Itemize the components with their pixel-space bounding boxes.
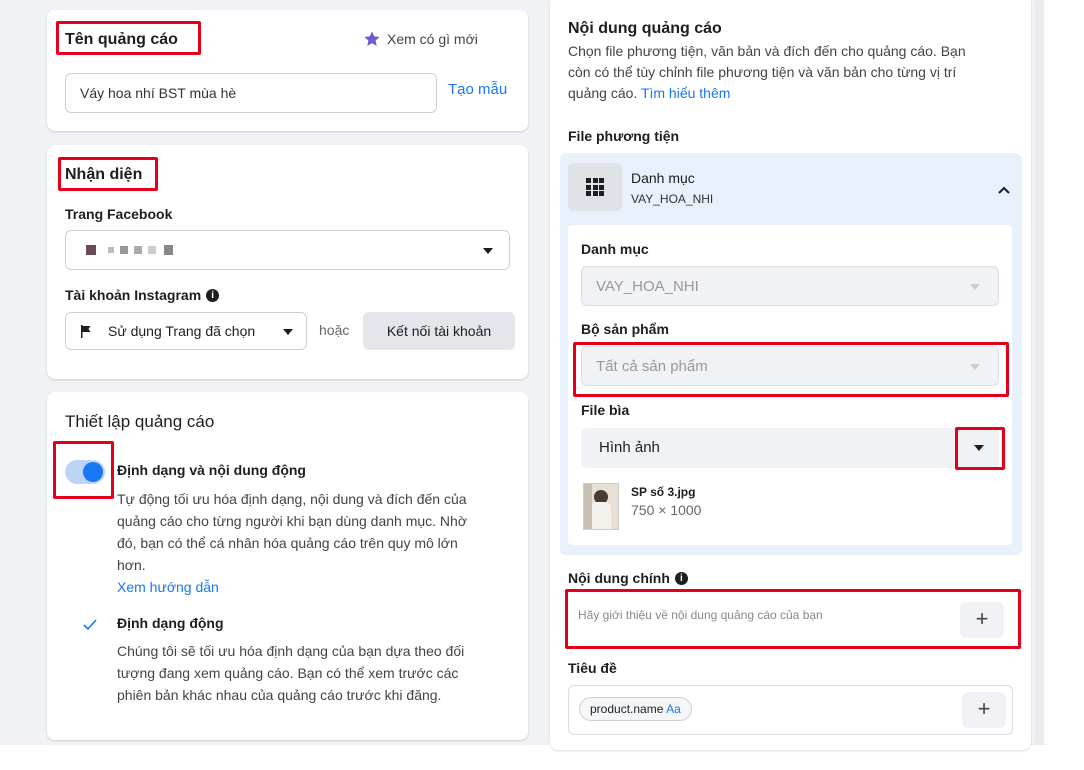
file-size: 750 × 1000 bbox=[631, 502, 702, 518]
identity-card: Nhận diện Trang Facebook Tài khoản Insta… bbox=[47, 145, 528, 379]
catalog-select[interactable]: VAY_HOA_NHI bbox=[581, 266, 999, 306]
instagram-select[interactable]: Sử dụng Trang đã chọn bbox=[65, 312, 307, 350]
guide-link[interactable]: Xem hướng dẫn bbox=[117, 576, 467, 598]
whats-new-label: Xem có gì mới bbox=[387, 31, 478, 47]
ad-name-input-value: Váy hoa nhí BST mùa hè bbox=[80, 85, 237, 101]
chevron-down-icon bbox=[974, 445, 984, 451]
headline-input[interactable]: product.name Aa + bbox=[568, 685, 1013, 735]
page-avatar-blurred bbox=[86, 245, 173, 255]
dynamic-format-description: Chúng tôi sẽ tối ưu hóa định dạng của bạ… bbox=[117, 643, 465, 703]
ad-setup-title: Thiết lập quảng cáo bbox=[65, 412, 215, 431]
info-icon[interactable]: i bbox=[674, 571, 688, 585]
dynamic-format-title: Định dạng động bbox=[117, 615, 224, 631]
headline-token[interactable]: product.name Aa bbox=[579, 697, 692, 721]
facebook-page-select[interactable] bbox=[65, 230, 510, 270]
dynamic-title: Định dạng và nội dung động bbox=[117, 462, 306, 478]
star-icon bbox=[364, 31, 380, 46]
flag-icon bbox=[81, 325, 91, 338]
headline-token-suffix: Aa bbox=[666, 702, 681, 716]
ad-name-card: Tên quảng cáo Xem có gì mới Váy hoa nhí … bbox=[47, 10, 528, 131]
chevron-down-icon bbox=[970, 364, 980, 370]
catalog-settings: Danh mục VAY_HOA_NHI Bộ sản phẩm Tất cả … bbox=[568, 225, 1012, 545]
product-set-select[interactable]: Tất cả sản phẩm bbox=[581, 346, 999, 386]
or-text: hoặc bbox=[319, 322, 350, 338]
catalog-select-value: VAY_HOA_NHI bbox=[596, 278, 699, 295]
chevron-down-icon bbox=[970, 284, 980, 290]
grid-icon bbox=[568, 163, 622, 211]
primary-text-input[interactable]: Hãy giới thiệu về nội dung quảng cáo của… bbox=[568, 596, 1012, 644]
identity-title: Nhận diện bbox=[65, 166, 143, 183]
ad-name-input[interactable]: Váy hoa nhí BST mùa hè bbox=[65, 73, 437, 113]
learn-more-link[interactable]: Tìm hiểu thêm bbox=[641, 85, 730, 101]
instagram-select-value: Sử dụng Trang đã chọn bbox=[108, 323, 256, 339]
chevron-down-icon bbox=[283, 329, 293, 335]
headline-token-text: product.name bbox=[590, 702, 664, 716]
product-thumbnail bbox=[583, 483, 619, 530]
create-template-link[interactable]: Tạo mẫu bbox=[448, 81, 507, 98]
chevron-up-icon[interactable] bbox=[998, 186, 1010, 194]
ad-name-title: Tên quảng cáo bbox=[65, 31, 178, 48]
ad-content-title: Nội dung quảng cáo bbox=[568, 20, 722, 37]
ad-setup-card: Thiết lập quảng cáo Định dạng và nội dun… bbox=[47, 392, 528, 740]
whats-new-link[interactable]: Xem có gì mới bbox=[363, 30, 478, 48]
primary-text-label: Nội dung chính bbox=[568, 570, 670, 586]
dynamic-description: Tự động tối ưu hóa định dạng, nội dung v… bbox=[117, 488, 467, 598]
info-icon[interactable]: i bbox=[206, 288, 220, 302]
checkmark-icon bbox=[83, 619, 97, 631]
ad-content-description: Chọn file phương tiện, văn bản và đích đ… bbox=[568, 43, 966, 101]
headline-label: Tiêu đề bbox=[568, 660, 617, 676]
instagram-label-row: Tài khoản Instagram i bbox=[65, 287, 220, 303]
ad-content-card: Nội dung quảng cáo Chọn file phương tiện… bbox=[550, 0, 1031, 750]
connect-account-button[interactable]: Kết nối tài khoản bbox=[363, 312, 515, 350]
instagram-label: Tài khoản Instagram bbox=[65, 287, 202, 303]
catalog-label: Danh mục bbox=[581, 241, 649, 257]
catalog-panel: Danh mục VAY_HOA_NHI Danh mục VAY_HOA_NH… bbox=[560, 153, 1022, 555]
cover-select[interactable]: Hình ảnh bbox=[581, 428, 999, 468]
media-label: File phương tiện bbox=[568, 128, 680, 144]
dynamic-format-toggle[interactable] bbox=[65, 460, 105, 484]
cover-select-value: Hình ảnh bbox=[599, 439, 660, 456]
product-set-select-value: Tất cả sản phẩm bbox=[596, 358, 708, 375]
file-name: SP số 3.jpg bbox=[631, 485, 696, 499]
right-panel-edge bbox=[1035, 0, 1084, 770]
primary-text-placeholder: Hãy giới thiệu về nội dung quảng cáo của… bbox=[578, 608, 823, 622]
catalog-header[interactable]: Danh mục VAY_HOA_NHI bbox=[560, 153, 1022, 223]
chevron-down-icon bbox=[483, 248, 493, 254]
catalog-header-title: Danh mục bbox=[631, 170, 695, 186]
add-headline-button[interactable]: + bbox=[962, 692, 1006, 728]
facebook-page-label: Trang Facebook bbox=[65, 206, 173, 222]
catalog-header-sub: VAY_HOA_NHI bbox=[631, 192, 714, 206]
product-set-label: Bộ sản phẩm bbox=[581, 321, 669, 337]
add-primary-text-button[interactable]: + bbox=[960, 602, 1004, 638]
primary-text-label-row: Nội dung chính i bbox=[568, 570, 688, 586]
cover-label: File bìa bbox=[581, 402, 630, 418]
